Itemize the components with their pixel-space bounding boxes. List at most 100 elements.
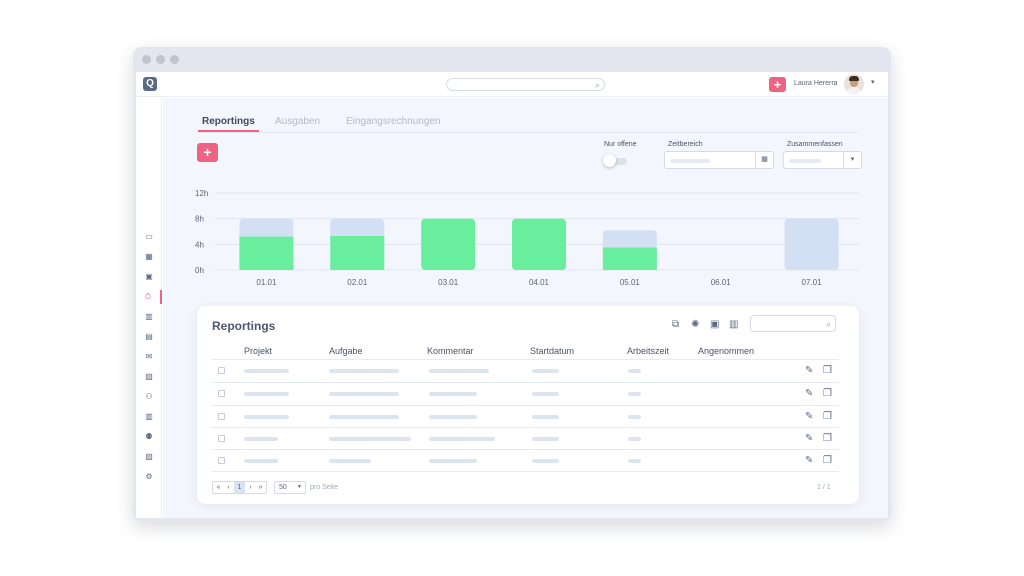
per-page-select[interactable]: 50 ▼ <box>274 481 306 494</box>
x-tick-label: 04.01 <box>529 278 550 287</box>
tabs-divider <box>198 132 858 133</box>
cell-placeholder <box>244 437 278 441</box>
cell-placeholder <box>429 437 495 441</box>
quick-add-button[interactable]: + <box>769 77 786 92</box>
edit-icon[interactable]: ✎ <box>805 388 813 400</box>
row-checkbox[interactable] <box>218 457 225 464</box>
period-field[interactable]: ▦ <box>664 151 774 169</box>
table-row[interactable]: ✎ ❐ <box>212 383 839 405</box>
window-dot-close[interactable] <box>142 55 151 64</box>
inbox-icon[interactable]: ▣ <box>136 270 162 284</box>
table-row[interactable]: ✎ ❐ <box>212 428 839 450</box>
window-titlebar <box>133 47 891 72</box>
column-header-startdatum[interactable]: Startdatum <box>530 346 574 357</box>
laptop-icon[interactable]: ▭ <box>136 230 162 244</box>
add-user-icon[interactable]: ⚇ <box>136 390 162 404</box>
app-logo[interactable]: Q <box>143 77 157 91</box>
cell-placeholder <box>532 369 559 373</box>
copy-icon[interactable]: ❐ <box>823 455 832 467</box>
period-label: Zeitbereich <box>668 141 703 148</box>
cell-placeholder <box>532 459 559 463</box>
bar-done <box>512 218 566 270</box>
building-icon[interactable]: ▥ <box>136 310 162 324</box>
column-header-projekt[interactable]: Projekt <box>244 346 272 357</box>
files-icon[interactable]: ▧ <box>136 370 162 384</box>
cell-placeholder <box>244 459 278 463</box>
team-icon[interactable]: ⚉ <box>136 430 162 444</box>
column-header-arbeitszeit[interactable]: Arbeitszeit <box>627 346 669 357</box>
save-icon[interactable]: ▣ <box>710 319 719 331</box>
x-tick-label: 02.01 <box>347 278 368 287</box>
calendar-icon[interactable]: ▦ <box>755 152 773 168</box>
copy-icon[interactable]: ❐ <box>823 433 832 445</box>
cell-placeholder <box>532 437 559 441</box>
row-checkbox[interactable] <box>218 413 225 420</box>
cell-placeholder <box>329 459 371 463</box>
per-page-label: pro Seite <box>310 484 339 491</box>
row-checkbox[interactable] <box>218 390 225 397</box>
table-row[interactable]: ✎ ❐ <box>212 450 839 472</box>
cell-placeholder <box>628 415 641 419</box>
edit-icon[interactable]: ✎ <box>805 433 813 445</box>
cell-placeholder <box>429 369 489 373</box>
toggle-knob[interactable] <box>603 154 616 167</box>
mail-icon[interactable]: ✉ <box>136 350 162 364</box>
window-dot-minimize[interactable] <box>156 55 165 64</box>
bar-open <box>784 218 839 270</box>
table-row[interactable]: ✎ ❐ <box>212 360 839 382</box>
table-row[interactable]: ✎ ❐ <box>212 406 839 428</box>
group-select[interactable]: ▾ <box>783 151 862 169</box>
documents-icon[interactable]: ▤ <box>136 330 162 344</box>
x-tick-label: 01.01 <box>256 278 277 287</box>
first-page-button[interactable]: « <box>214 482 223 493</box>
x-tick-label: 05.01 <box>620 278 641 287</box>
last-page-button[interactable]: » <box>256 482 265 493</box>
copy-icon[interactable]: ❐ <box>823 388 832 400</box>
pagination: « ‹ 1 › » <box>212 481 267 494</box>
top-bar: Q ⌕ + Laura Hererra ▾ <box>136 72 888 97</box>
per-page-value: 50 <box>279 484 287 491</box>
copy-icon[interactable]: ❐ <box>823 411 832 423</box>
table-search-input[interactable]: ⌕ <box>750 315 836 332</box>
prev-page-button[interactable]: ‹ <box>224 482 233 493</box>
filter-open-label: Nur offene <box>604 141 637 148</box>
row-checkbox[interactable] <box>218 435 225 442</box>
column-header-angenommen[interactable]: Angenommen <box>698 346 754 357</box>
cell-placeholder <box>244 392 289 396</box>
edit-icon[interactable]: ✎ <box>805 365 813 377</box>
edit-icon[interactable]: ✎ <box>805 411 813 423</box>
app-frame: Q ⌕ + Laura Hererra ▾ ▭ ▦ ▣ ⏱ ▥ ▤ ✉ ▧ ⚇ … <box>136 72 888 518</box>
current-page-button[interactable]: 1 <box>234 482 245 493</box>
company-icon[interactable]: ▥ <box>136 410 162 424</box>
global-search-input[interactable]: ⌕ <box>446 78 605 91</box>
search-icon: ⌕ <box>825 319 831 329</box>
edit-icon[interactable]: ✎ <box>805 455 813 467</box>
active-tab-indicator <box>198 130 259 132</box>
gear-icon[interactable]: ⚙ <box>136 470 162 484</box>
chevron-down-icon[interactable]: ▾ <box>843 152 861 168</box>
window-dot-maximize[interactable] <box>170 55 179 64</box>
bar-done <box>602 247 657 270</box>
cell-placeholder <box>244 415 289 419</box>
user-menu-caret-icon[interactable]: ▾ <box>871 78 875 88</box>
add-reporting-button[interactable]: + <box>197 143 218 162</box>
copy-icon[interactable]: ❐ <box>823 365 832 377</box>
tab-eingangsrechnungen[interactable]: Eingangsrechnungen <box>346 116 441 128</box>
report-icon[interactable]: ▨ <box>136 450 162 464</box>
tab-ausgaben[interactable]: Ausgaben <box>275 116 320 128</box>
dashboard-icon[interactable]: ▦ <box>136 250 162 264</box>
column-header-aufgabe[interactable]: Aufgabe <box>329 346 363 357</box>
row-checkbox[interactable] <box>218 367 225 374</box>
cell-placeholder <box>628 369 641 373</box>
bar-done <box>330 235 385 270</box>
tab-reportings[interactable]: Reportings <box>202 116 255 128</box>
next-page-button[interactable]: › <box>246 482 255 493</box>
trash-icon[interactable]: ▥ <box>729 319 738 331</box>
period-placeholder <box>670 159 710 163</box>
export-icon[interactable]: ⧉ <box>672 319 679 331</box>
user-name[interactable]: Laura Hererra <box>794 79 838 89</box>
stopwatch-icon[interactable]: ⏱ <box>136 290 162 304</box>
column-header-kommentar[interactable]: Kommentar <box>427 346 474 357</box>
settings-icon[interactable]: ✺ <box>691 319 699 331</box>
avatar[interactable] <box>844 74 864 94</box>
